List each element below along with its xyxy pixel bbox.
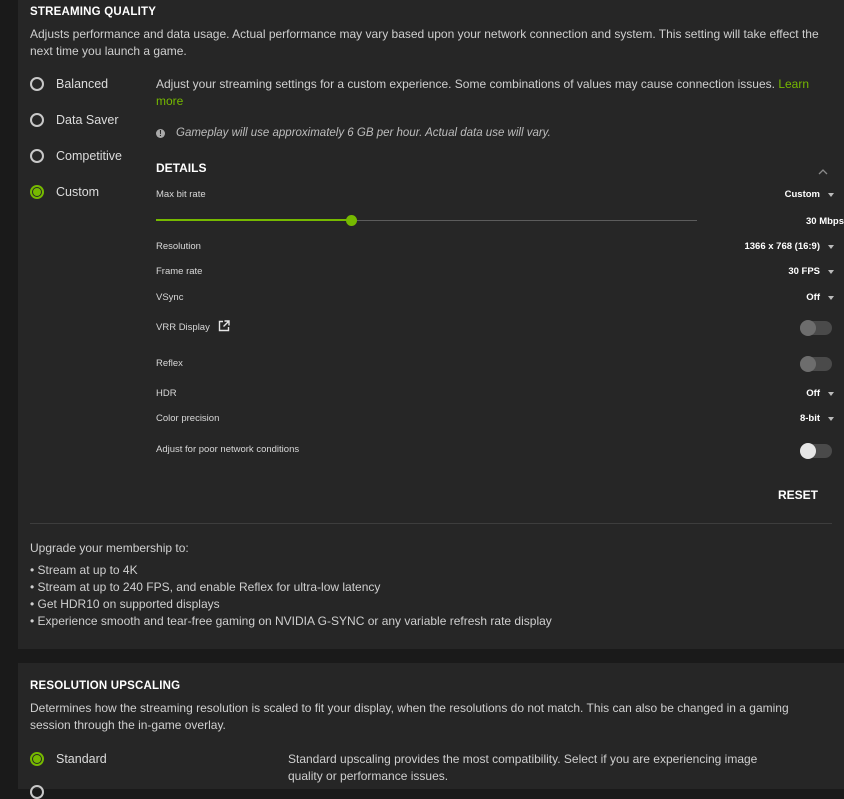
custom-description-text: Adjust your streaming settings for a cus…	[156, 77, 775, 91]
toggle-knob	[800, 356, 816, 372]
frame-rate-label: Frame rate	[156, 266, 203, 277]
slider-fill	[156, 219, 351, 221]
frame-rate-dropdown[interactable]: 30 FPS	[788, 266, 834, 277]
upgrade-item: • Get HDR10 on supported displays	[30, 597, 220, 611]
vsync-label: VSync	[156, 292, 184, 303]
max-bit-rate-label: Max bit rate	[156, 189, 206, 200]
toggle-knob	[800, 443, 816, 459]
divider	[30, 523, 832, 524]
radio-icon[interactable]	[30, 785, 44, 799]
radio-label: Custom	[56, 185, 100, 199]
resolution-upscaling-panel: RESOLUTION UPSCALING Determines how the …	[18, 663, 844, 799]
dropdown-value: 30 FPS	[788, 266, 820, 277]
external-link-icon[interactable]	[218, 320, 230, 335]
section-description: Determines how the streaming resolution …	[30, 701, 789, 732]
reflex-label: Reflex	[156, 358, 183, 369]
details-title: DETAILS	[156, 161, 207, 175]
upgrade-list: • Stream at up to 4K • Stream at up to 2…	[30, 562, 552, 630]
dropdown-value: Off	[806, 388, 820, 399]
section-title: STREAMING QUALITY	[30, 6, 157, 18]
radio-competitive[interactable]: Competitive	[30, 149, 122, 163]
custom-description: Adjust your streaming settings for a cus…	[156, 76, 816, 110]
color-precision-label: Color precision	[156, 413, 220, 424]
radio-label: Standard	[56, 752, 107, 766]
reset-button[interactable]: RESET	[778, 488, 818, 502]
upgrade-item: • Experience smooth and tear-free gaming…	[30, 614, 552, 628]
toggle-knob	[800, 320, 816, 336]
section-description: Adjusts performance and data usage. Actu…	[30, 27, 819, 58]
section-title: RESOLUTION UPSCALING	[30, 680, 181, 692]
color-precision-dropdown[interactable]: 8-bit	[800, 413, 834, 424]
radio-icon	[30, 113, 44, 127]
hdr-label: HDR	[156, 388, 177, 399]
radio-standard[interactable]: Standard	[30, 752, 107, 766]
slider-thumb[interactable]	[346, 215, 357, 226]
standard-description: Standard upscaling provides the most com…	[288, 752, 758, 783]
dropdown-value: 8-bit	[799, 413, 820, 424]
radio-label: Competitive	[56, 149, 122, 163]
poor-network-label: Adjust for poor network conditions	[156, 444, 300, 455]
radio-balanced[interactable]: Balanced	[30, 77, 108, 91]
dropdown-value: Custom	[784, 189, 820, 200]
chevron-down-icon	[828, 416, 834, 421]
bit-rate-slider[interactable]	[156, 214, 697, 228]
bit-rate-value: 30 Mbps	[805, 216, 844, 227]
chevron-down-icon	[828, 244, 834, 249]
radio-selected-icon	[30, 185, 44, 199]
upgrade-title: Upgrade your membership to:	[30, 541, 189, 555]
radio-selected-icon	[30, 752, 44, 766]
data-usage-info: ! Gameplay will use approximately 6 GB p…	[156, 127, 551, 139]
collapse-chevron-icon[interactable]	[818, 164, 828, 178]
max-bit-rate-dropdown[interactable]: Custom	[785, 189, 834, 200]
dropdown-value: 1366 x 768 (16:9)	[744, 241, 820, 252]
chevron-down-icon	[828, 295, 834, 300]
poor-network-toggle[interactable]	[800, 443, 832, 459]
chevron-down-icon	[828, 269, 834, 274]
vsync-dropdown[interactable]: Off	[806, 292, 834, 303]
chevron-down-icon	[828, 192, 834, 197]
hdr-dropdown[interactable]: Off	[806, 388, 834, 399]
reflex-toggle[interactable]	[800, 356, 832, 372]
radio-icon	[30, 77, 44, 91]
vrr-display-label: VRR Display	[156, 322, 210, 333]
dropdown-value: Off	[806, 292, 820, 303]
radio-label: Balanced	[56, 77, 109, 91]
streaming-quality-panel: STREAMING QUALITY Adjusts performance an…	[18, 0, 844, 649]
vrr-display-row: VRR Display	[156, 320, 230, 335]
radio-data-saver[interactable]: Data Saver	[30, 113, 119, 127]
chevron-down-icon	[828, 391, 834, 396]
info-icon: !	[156, 128, 165, 138]
radio-icon	[30, 149, 44, 163]
resolution-label: Resolution	[156, 241, 201, 252]
radio-custom[interactable]: Custom	[30, 185, 99, 199]
info-text: Gameplay will use approximately 6 GB per…	[176, 127, 551, 139]
upgrade-item: • Stream at up to 240 FPS, and enable Re…	[30, 580, 381, 594]
upgrade-item: • Stream at up to 4K	[30, 563, 138, 577]
resolution-dropdown[interactable]: 1366 x 768 (16:9)	[744, 241, 834, 252]
radio-label: Data Saver	[56, 113, 119, 127]
vrr-display-toggle[interactable]	[800, 320, 832, 336]
